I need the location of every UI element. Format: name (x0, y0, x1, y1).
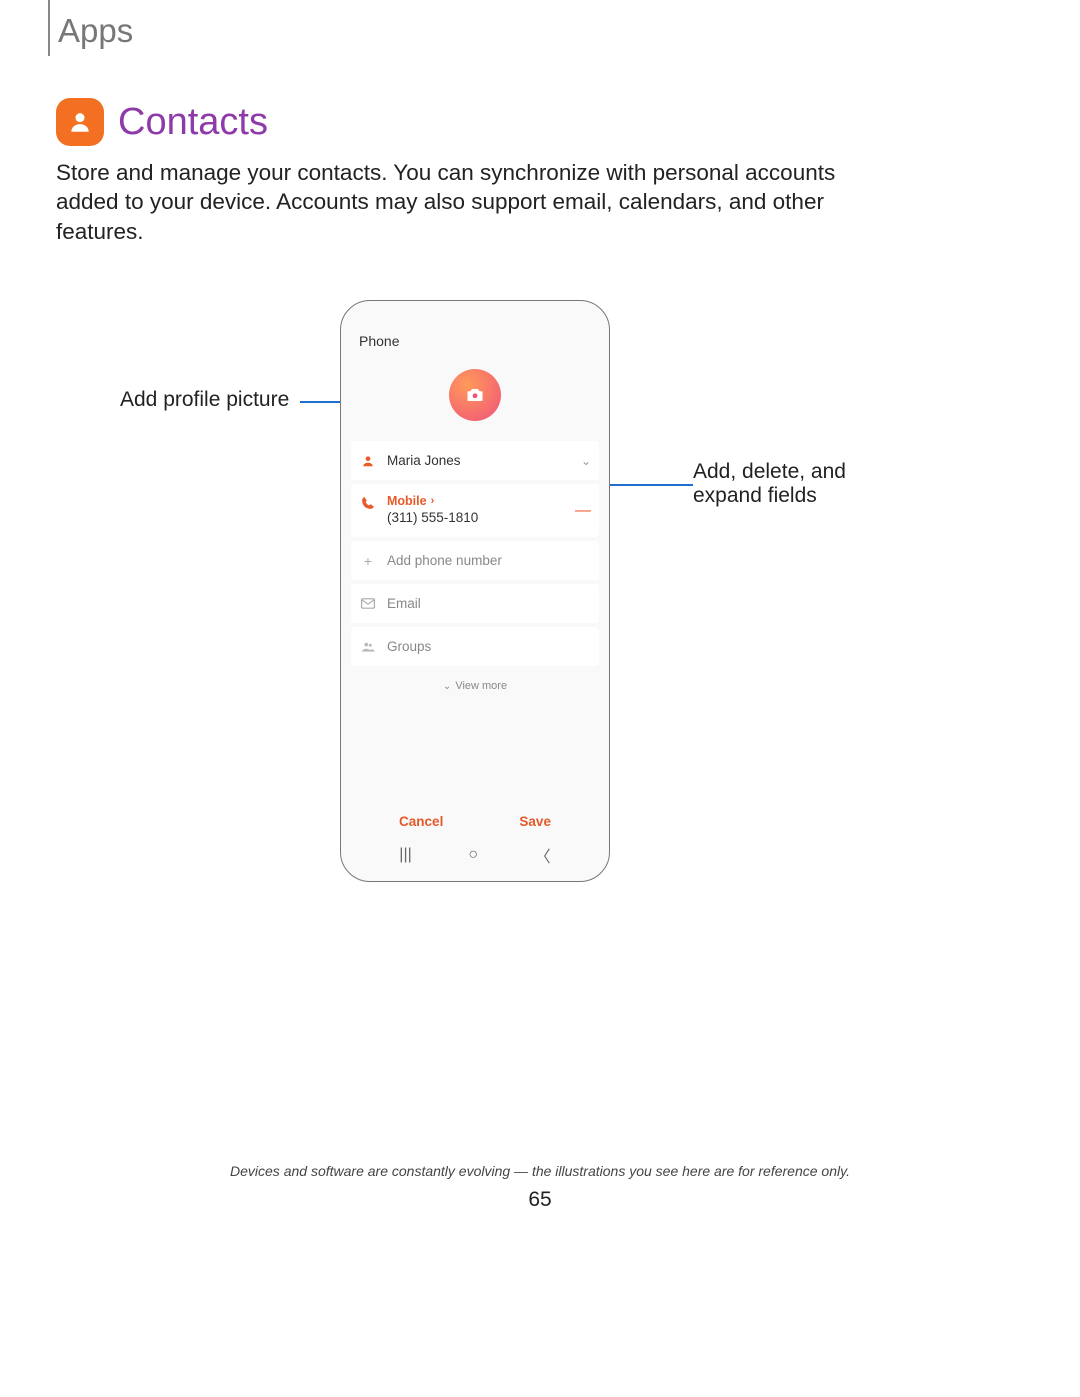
email-field[interactable]: Email (351, 584, 599, 623)
back-nav-icon[interactable]: 〈 (535, 843, 551, 867)
mobile-field[interactable]: Mobile › (311) 555-1810 — (351, 484, 599, 537)
chevron-down-icon: ⌄ (443, 681, 451, 692)
phone-mockup: Phone Maria Jones ⌄ Mobile › (311) 555-18… (340, 300, 610, 882)
callout-add-delete-expand: Add, delete, and expand fields (693, 460, 873, 508)
add-phone-label: Add phone number (387, 553, 589, 568)
recents-nav-icon[interactable]: ||| (399, 846, 411, 864)
person-icon (361, 454, 375, 468)
chevron-down-icon[interactable]: ⌄ (581, 454, 591, 468)
page-number: 65 (0, 1188, 1080, 1212)
groups-icon (361, 640, 375, 654)
footnote-text: Devices and software are constantly evol… (0, 1163, 1080, 1179)
section-header: Apps (58, 12, 133, 50)
add-profile-picture-button[interactable] (449, 369, 501, 421)
header-divider (48, 0, 50, 56)
groups-label: Groups (387, 639, 589, 654)
callout-add-profile-picture: Add profile picture (120, 388, 289, 412)
groups-field[interactable]: Groups (351, 627, 599, 666)
view-more-button[interactable]: ⌄ View more (351, 670, 599, 702)
home-nav-icon[interactable]: ○ (468, 846, 478, 864)
storage-location-label: Phone (351, 311, 599, 369)
android-nav-bar: ||| ○ 〈 (351, 833, 599, 881)
email-icon (361, 597, 375, 611)
chevron-right-icon: › (431, 495, 435, 507)
page-title: Contacts (118, 101, 268, 144)
contact-name-field[interactable]: Maria Jones ⌄ (351, 441, 599, 480)
contacts-app-icon (56, 98, 104, 146)
mobile-number-value: (311) 555-1810 (387, 510, 589, 525)
mobile-type-label[interactable]: Mobile (387, 494, 427, 508)
minus-icon[interactable]: — (575, 502, 591, 520)
cancel-button[interactable]: Cancel (399, 814, 443, 829)
page-title-row: Contacts (56, 98, 268, 146)
plus-icon: + (361, 554, 375, 568)
email-label: Email (387, 596, 589, 611)
view-more-label: View more (455, 680, 507, 692)
camera-icon (466, 388, 484, 402)
add-phone-row[interactable]: + Add phone number (351, 541, 599, 580)
contact-name-value: Maria Jones (387, 453, 589, 468)
callout-line-right (597, 484, 693, 486)
phone-icon (361, 496, 375, 510)
save-button[interactable]: Save (519, 814, 551, 829)
intro-paragraph: Store and manage your contacts. You can … (56, 158, 876, 246)
